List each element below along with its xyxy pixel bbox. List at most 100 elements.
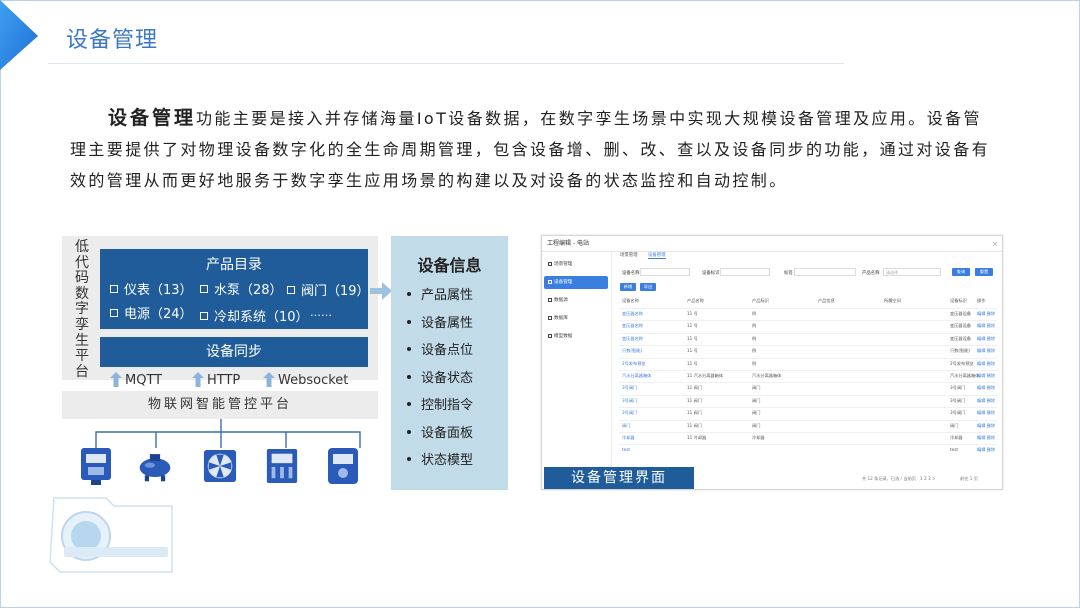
page-title: 设备管理 — [66, 28, 159, 53]
row-actions[interactable]: 编辑 删除 — [977, 336, 995, 342]
row-actions[interactable]: 编辑 删除 — [977, 373, 995, 379]
table-cell: 变压器设备 — [950, 311, 971, 316]
table-cell[interactable]: 汽水分离器箱体 — [622, 373, 651, 379]
screenshot-sidebar: 场景管理 设备管理 数据源 数据库 模型数据 — [542, 252, 612, 489]
device-name-input[interactable] — [640, 268, 690, 276]
catalog-item: 阀门（19） — [287, 280, 370, 299]
pagination-summary: 共 12 条记录，已选 / 当前页 — [862, 476, 916, 481]
row-actions[interactable]: 编辑 删除 — [977, 435, 995, 441]
catalog-title: 产品目录 — [206, 257, 262, 273]
table-cell: 2号发布预览 — [950, 360, 974, 366]
column-header: 产品信息 — [818, 298, 835, 303]
device-id-label: 设备标识 — [702, 271, 720, 276]
row-actions[interactable]: 编辑 删除 — [977, 385, 995, 391]
row-actions[interactable]: 编辑 删除 — [977, 311, 995, 317]
sidebar-item-datasource[interactable]: 数据源 — [544, 294, 608, 307]
certification-badge-icon — [49, 497, 173, 573]
table-cell: 例 — [752, 335, 757, 341]
table-cell: 11 号 — [687, 323, 698, 329]
table-cell[interactable]: 3号阀门 — [622, 410, 637, 416]
table-cell: 例 — [752, 348, 757, 354]
table-row — [619, 332, 997, 334]
table-cell: 例 — [752, 311, 757, 316]
info-item: 设备属性 — [407, 312, 473, 331]
product-label: 产品名称 — [862, 271, 880, 276]
table-cell: 阀门 — [752, 385, 761, 391]
info-item: 设备状态 — [407, 367, 473, 386]
row-actions[interactable]: 编辑 删除 — [977, 323, 995, 329]
table-cell: 阀门 — [752, 410, 761, 416]
row-actions[interactable]: 编辑 删除 — [977, 447, 995, 453]
screenshot-window-title: 工程编辑 - 电站 — [542, 236, 1002, 252]
row-actions[interactable]: 编辑 删除 — [977, 423, 995, 429]
tag-input[interactable] — [794, 268, 856, 276]
product-select[interactable]: 请选择 — [883, 268, 941, 276]
table-cell[interactable]: 变压器名称 — [622, 323, 643, 329]
table-cell: 3号阀门 — [950, 385, 966, 391]
protocol-mqtt: MQTT — [110, 372, 162, 388]
table-cell: 11 阀门 — [687, 397, 703, 403]
device-id-input[interactable] — [720, 268, 770, 276]
sidebar-item-model[interactable]: 模型数据 — [544, 330, 608, 343]
table-cell: 例 — [752, 360, 757, 366]
product-catalog: 产品目录 仪表（13） 水泵（28） 阀门（19） 电源（24） 冷却系统（10… — [100, 249, 370, 329]
tab-scene[interactable]: 场景管理 — [620, 252, 638, 258]
table-cell[interactable]: 变压器名称 — [622, 336, 643, 342]
row-actions[interactable]: 编辑 删除 — [977, 410, 995, 416]
table-cell[interactable]: 冷却器 — [622, 435, 635, 441]
table-cell: 11 号 — [687, 335, 698, 341]
sidebar-item-scene[interactable]: 场景管理 — [544, 258, 608, 271]
table-row — [619, 407, 997, 409]
table-cell: 阀门 — [752, 397, 761, 403]
sidebar-item-database[interactable]: 数据库 — [544, 312, 608, 325]
table-cell[interactable]: 3号阀门 — [622, 385, 637, 391]
table-cell[interactable]: 阀门 — [622, 423, 630, 429]
row-actions[interactable]: 编辑 删除 — [977, 398, 995, 404]
device-management-screenshot: 工程编辑 - 电站 × 场景管理 设备管理 数据源 数据库 模型数据 场景管理 … — [541, 235, 1003, 490]
pagination-pages[interactable]: 1 2 3 > — [920, 476, 936, 481]
sidebar-item-device[interactable]: 设备管理 — [544, 276, 608, 289]
table-cell: 11 号 — [687, 348, 698, 354]
table-cell[interactable]: 2号发布预览 — [622, 361, 646, 367]
up-arrow-icon — [263, 372, 275, 387]
table-cell: 汽水分离器箱体 — [950, 373, 980, 378]
query-button[interactable]: 查询 — [952, 268, 970, 276]
reset-button[interactable]: 重置 — [975, 268, 993, 276]
table-cell: 11 汽水分离器箱体 — [687, 373, 723, 378]
protocol-http: HTTP — [192, 372, 240, 388]
device-name-label: 设备名称 — [622, 271, 640, 276]
tag-label: 标签 — [784, 271, 793, 276]
table-cell: 11 阀门 — [687, 410, 703, 416]
close-icon[interactable]: × — [992, 236, 998, 252]
right-arrow-icon — [370, 282, 392, 300]
table-cell: 只数(智能) — [950, 348, 971, 354]
column-header: 设备标识 — [950, 298, 967, 303]
table-cell[interactable]: 3号阀门 — [622, 398, 637, 404]
add-button[interactable]: 新增 — [620, 283, 636, 291]
table-cell[interactable]: 变压器名称 — [622, 311, 643, 317]
table-row — [619, 419, 997, 421]
row-actions[interactable]: 编辑 删除 — [977, 361, 995, 367]
info-item: 控制指令 — [407, 394, 473, 413]
tab-device[interactable]: 设备管理 — [648, 252, 666, 259]
title-divider — [48, 63, 844, 64]
catalog-more: …… — [310, 306, 332, 319]
table-cell: 11 阀门 — [687, 385, 703, 391]
table-row — [619, 320, 997, 322]
tank-icon — [139, 454, 171, 482]
table-cell: 冷却器 — [752, 435, 765, 440]
table-cell: 11 阀门 — [687, 422, 703, 428]
row-actions[interactable]: 编辑 删除 — [977, 348, 995, 354]
catalog-item: 仪表（13） — [110, 279, 193, 298]
table-cell: 变压器设备 — [950, 323, 971, 329]
table-cell[interactable]: 只数(智能) — [622, 348, 642, 354]
intro-paragraph: 设备管理功能主要是接入并存储海量IoT设备数据，在数字孪生场景中实现大规模设备管… — [70, 103, 990, 196]
export-button[interactable]: 导出 — [640, 283, 656, 291]
catalog-item: 水泵（28） — [200, 279, 283, 298]
catalog-item: 电源（24） — [110, 303, 193, 322]
device-sync-bar: 设备同步 — [100, 337, 368, 367]
column-header: 产品标识 — [752, 298, 769, 303]
table-cell: 3号阀门 — [950, 410, 966, 416]
pagination-jump[interactable]: 前往 1 页 — [960, 476, 978, 482]
table-cell[interactable]: test — [622, 447, 630, 452]
